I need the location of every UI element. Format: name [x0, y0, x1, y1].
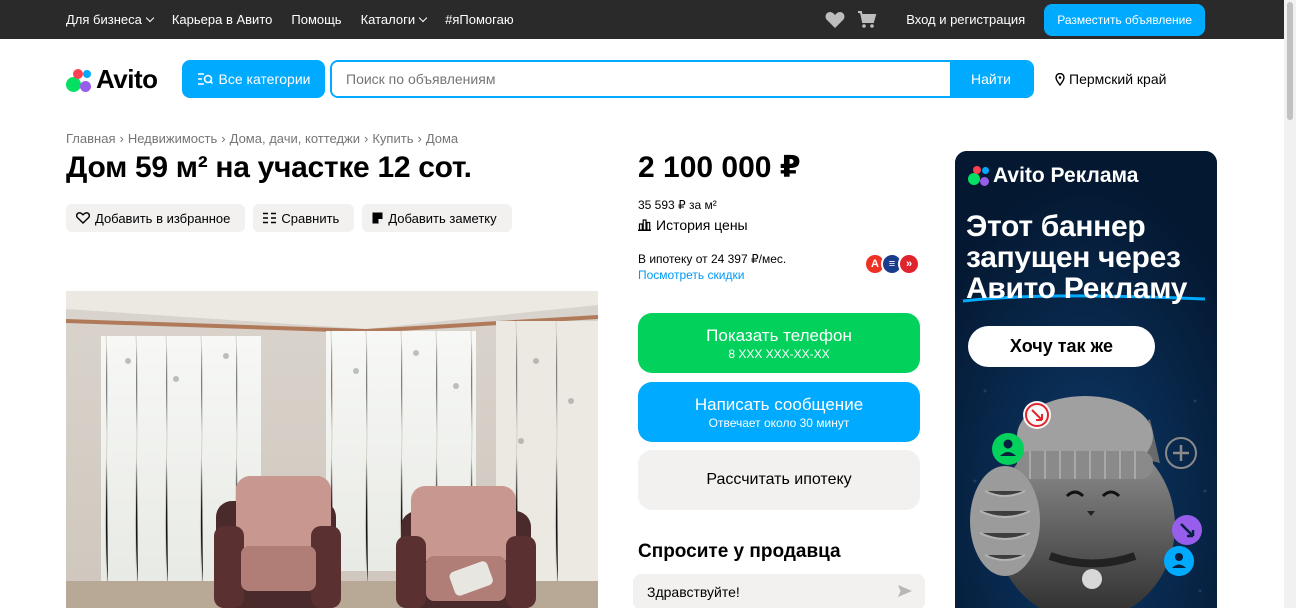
chevron-down-icon [418, 13, 428, 23]
avito-logo[interactable]: Avito [66, 64, 158, 95]
bank-icon: » [898, 253, 920, 275]
login-link[interactable]: Вход и регистрация [906, 12, 1025, 27]
show-phone-button[interactable]: Показать телефон 8 XXX XXX-XX-XX [638, 313, 920, 373]
breadcrumb-separator: › [221, 131, 226, 146]
logo-dots-icon [968, 165, 990, 187]
breadcrumb-realty[interactable]: Недвижимость [128, 131, 217, 146]
price-history-link[interactable]: История цены [638, 217, 748, 233]
compare-icon [263, 212, 277, 224]
scrollbar[interactable] [1284, 0, 1296, 608]
location-pin-icon [1055, 72, 1065, 86]
price-per-m2: 35 593 ₽ за м² [638, 198, 717, 212]
top-right: Вход и регистрация Разместить объявление [824, 0, 1205, 39]
banner-headline: Этот баннер запущен через Авито Рекламу [966, 211, 1187, 304]
breadcrumb-buy[interactable]: Купить [372, 131, 413, 146]
breadcrumb-home[interactable]: Главная [66, 131, 115, 146]
chevron-down-icon [145, 13, 155, 23]
add-note-button[interactable]: Добавить заметку [362, 204, 512, 232]
breadcrumb-separator: › [417, 131, 422, 146]
add-note-label: Добавить заметку [388, 210, 497, 226]
note-icon [372, 212, 383, 224]
chart-bars-icon [638, 219, 651, 231]
nav-career[interactable]: Карьера в Авито [172, 12, 273, 27]
write-message-button[interactable]: Написать сообщение Отвечает около 30 мин… [638, 382, 920, 442]
banner-line: Авито Рекламу [966, 272, 1188, 305]
show-phone-label: Показать телефон [706, 325, 852, 345]
categories-icon [197, 73, 213, 85]
region-selector[interactable]: Пермский край [1055, 71, 1166, 87]
write-message-label: Написать сообщение [694, 394, 864, 414]
breadcrumb-separator: › [364, 131, 369, 146]
quick-message-text: Здравствуйте! [647, 584, 740, 600]
breadcrumb-houses-cottages[interactable]: Дома, дачи, коттеджи [230, 131, 360, 146]
nav-help[interactable]: Помощь [291, 12, 341, 27]
top-bar: Для бизнеса Карьера в Авито Помощь Катал… [0, 0, 1284, 39]
breadcrumb-houses[interactable]: Дома [426, 131, 458, 146]
send-icon[interactable] [897, 584, 913, 598]
top-nav: Для бизнеса Карьера в Авито Помощь Катал… [66, 0, 514, 39]
nav-catalogs[interactable]: Каталоги [360, 12, 428, 27]
compare-label: Сравнить [281, 210, 340, 226]
all-categories-label: Все категории [218, 71, 311, 87]
breadcrumb-separator: › [119, 131, 124, 146]
all-categories-button[interactable]: Все категории [182, 60, 325, 98]
page: Для бизнеса Карьера в Авито Помощь Катал… [0, 0, 1296, 608]
search-input[interactable] [332, 62, 950, 96]
calc-mortgage-button[interactable]: Рассчитать ипотеку [638, 450, 920, 510]
nav-ya-pomogayu[interactable]: #яПомогаю [445, 12, 513, 27]
cart-icon[interactable] [856, 10, 878, 30]
region-label: Пермский край [1069, 71, 1167, 87]
price-history-label: История цены [656, 217, 748, 233]
logo-dots-icon [66, 67, 92, 93]
phone-mask: 8 XXX XXX-XX-XX [728, 346, 830, 361]
banner-line: Этот баннер [966, 210, 1146, 243]
banner-brand: Avito Реклама [993, 164, 1139, 187]
add-to-favorites-button[interactable]: Добавить в избранное [66, 204, 246, 232]
banner-cta-button[interactable]: Хочу так же [968, 326, 1155, 367]
armchair-right [396, 486, 536, 608]
heart-icon[interactable] [824, 10, 846, 30]
heart-outline-icon [76, 212, 90, 224]
add-to-favorites-label: Добавить в избранное [95, 210, 231, 226]
search-button[interactable]: Найти [950, 62, 1032, 96]
price: 2 100 000 ₽ [638, 151, 801, 184]
nav-ya-pomogayu-label: #яПомогаю [445, 12, 514, 27]
listing-actions: Добавить в избранное Сравнить Добавить з… [66, 204, 512, 232]
ask-seller-heading: Спросите у продавца [638, 541, 841, 562]
breadcrumb: Главная › Недвижимость › Дома, дачи, котте… [66, 131, 458, 146]
ad-banner[interactable]: Avito Реклама Этот баннер запущен через … [955, 151, 1217, 608]
bank-logos: А ≡ » [864, 253, 920, 275]
page-title: Дом 59 м² на участке 12 сот. [66, 151, 472, 184]
scrollbar-thumb[interactable] [1287, 2, 1293, 120]
see-discounts-link[interactable]: Посмотреть скидки [638, 268, 744, 282]
compare-button[interactable]: Сравнить [253, 204, 355, 232]
post-ad-button[interactable]: Разместить объявление [1044, 3, 1205, 36]
mortgage-text: В ипотеку от 24 397 ₽/мес. [638, 252, 787, 266]
avito-reklama-logo: Avito Реклама [968, 164, 1138, 188]
banner-line: запущен через [966, 241, 1181, 274]
calc-mortgage-label: Рассчитать ипотеку [706, 471, 852, 488]
response-time: Отвечает около 30 минут [708, 415, 850, 430]
search-bar: Найти [330, 60, 1034, 98]
nav-catalogs-label: Каталоги [360, 12, 416, 27]
nav-help-label: Помощь [291, 12, 342, 27]
nav-business-label: Для бизнеса [66, 12, 142, 27]
nav-business[interactable]: Для бизнеса [66, 12, 155, 27]
logo-text: Avito [96, 64, 158, 94]
listing-photo[interactable] [66, 291, 598, 608]
nav-career-label: Карьера в Авито [171, 12, 273, 27]
quick-message-hello[interactable]: Здравствуйте! [633, 574, 925, 608]
